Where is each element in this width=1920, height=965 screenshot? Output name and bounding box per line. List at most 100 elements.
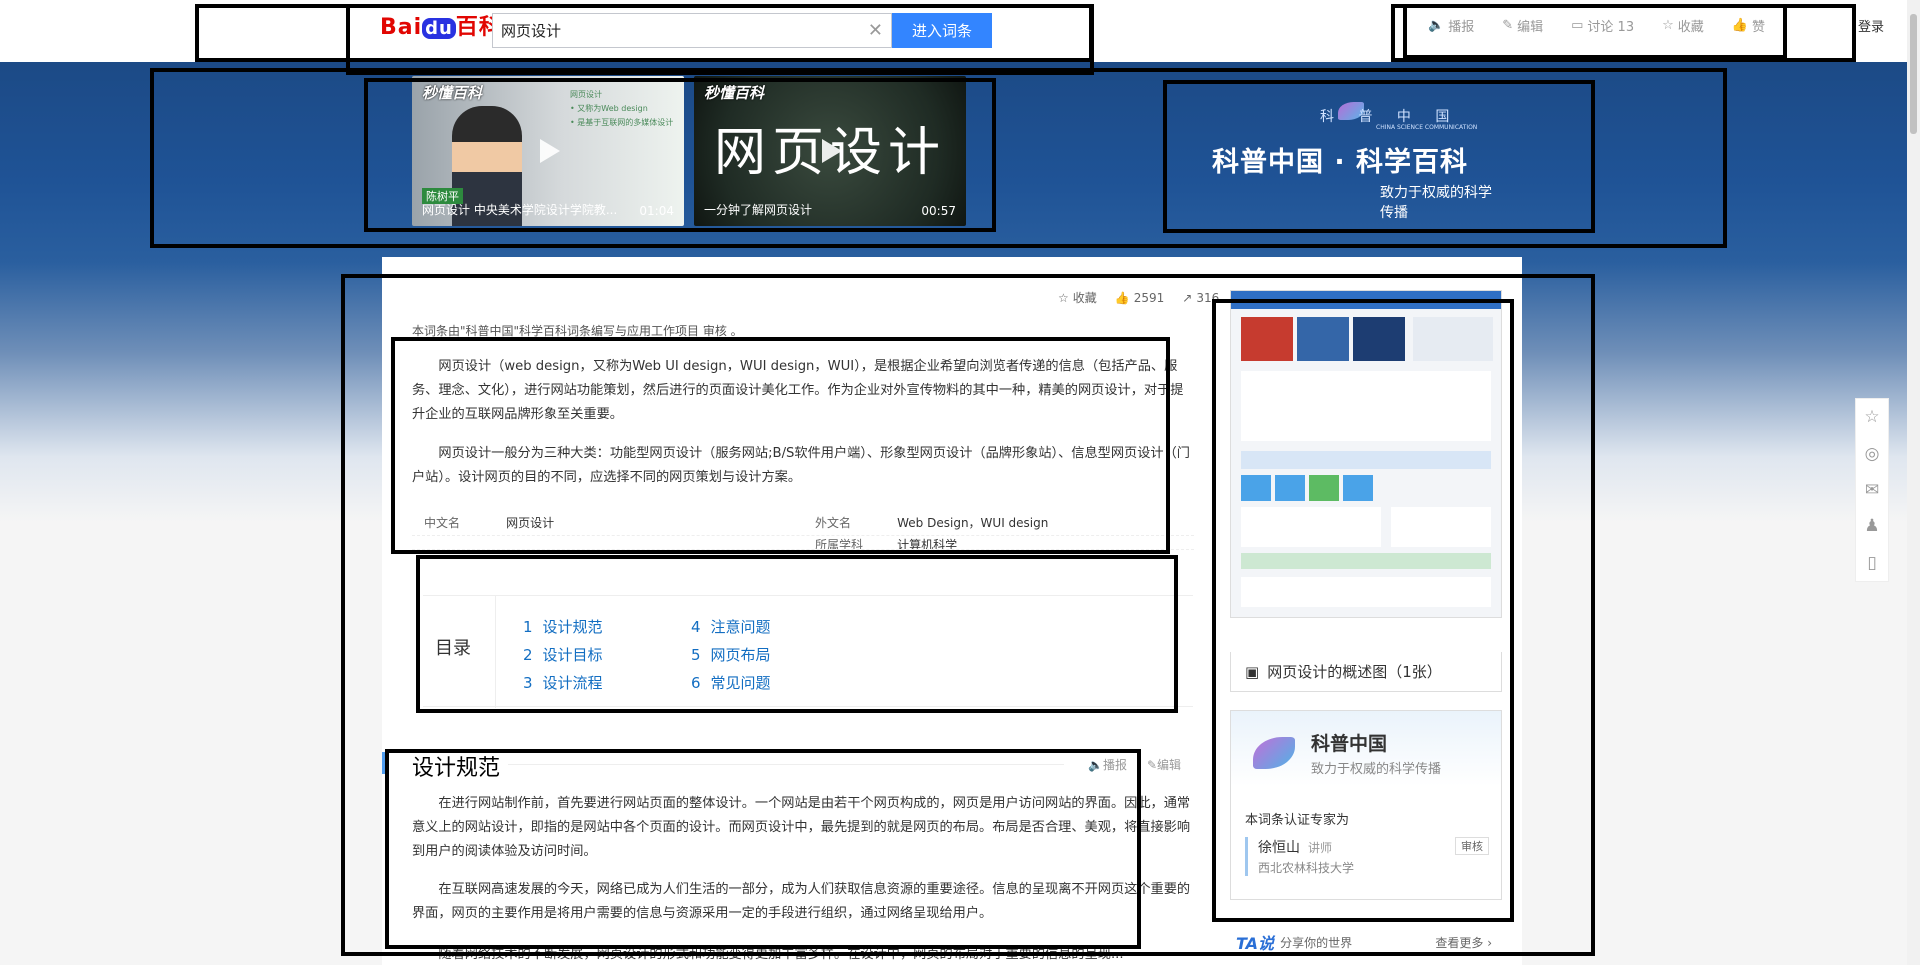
share-toolbar: ☆ ◎ ✉ ♟ ▯ — [1855, 398, 1889, 582]
discuss-icon: ▭ — [1571, 18, 1584, 33]
wechat-icon[interactable]: ✉ — [1865, 480, 1879, 500]
toc-item[interactable]: 4 注意问题 — [691, 616, 771, 644]
edit-action[interactable]: ✎编辑 — [1147, 756, 1181, 773]
expert-name: 徐恒山 — [1258, 840, 1300, 856]
overview-image[interactable] — [1230, 290, 1502, 618]
toc-item[interactable]: 1 设计规范 — [523, 616, 603, 644]
thumb-up-icon: 👍 — [1114, 290, 1130, 305]
info-key: 外文名 — [815, 516, 852, 530]
review-badge: 审核 — [1455, 837, 1489, 855]
video-duration: 00:57 — [921, 204, 956, 218]
speaker-icon: 🔈 — [1088, 758, 1103, 772]
toc-column-left: 1 设计规范 2 设计目标 3 设计流程 — [523, 616, 603, 700]
audit-notice: 本词条由"科普中国"科学百科词条编写与应用工作项目 审核 。 — [412, 324, 743, 338]
star-icon: ☆ — [1662, 18, 1674, 33]
kepu-card: 科普中国 致力于权威的科学传播 本词条认证专家为 徐恒山 讲师 西北农林科技大学 … — [1230, 710, 1502, 900]
search-box: ✕ — [492, 13, 892, 48]
login-link[interactable]: 登录 — [1858, 16, 1884, 35]
info-key: 所属学科 — [815, 538, 864, 550]
baike-logo[interactable]: Bai du 百科 — [380, 9, 502, 41]
speaker-icon: 🔈 — [1428, 18, 1445, 33]
action-label: 316 — [1196, 290, 1220, 305]
toc-label: 注意问题 — [710, 618, 771, 636]
info-value: Web Design，WUI design — [897, 516, 1049, 530]
video-slide: 网页设计 • 又称为Web design • 是基于互联网的多媒体设计 — [570, 88, 680, 130]
toc-num: 4 — [691, 618, 701, 636]
scrollbar[interactable] — [1907, 0, 1920, 965]
logo-du: du — [422, 18, 456, 39]
section-paragraph-2: 在互联网高速发展的今天，网络已成为人们生活的一部分，成为人们获取信息资源的重要途… — [412, 882, 1191, 921]
video-caption: 网页设计 中央美术学院设计学院教... — [422, 203, 618, 217]
section-marker — [382, 752, 388, 774]
table-of-contents: 目录 1 设计规范 2 设计目标 3 设计流程 4 注意问题 5 网页布局 6 常见问题 — [423, 595, 1193, 708]
weibo-icon[interactable]: ◎ — [1865, 444, 1880, 464]
ta-section-header: TA说 分享你的世界 查看更多 › — [1230, 930, 1502, 954]
slide-line-2: • 是基于互联网的多媒体设计 — [570, 118, 674, 127]
qq-icon[interactable]: ♟ — [1864, 516, 1879, 536]
favorite-icon[interactable]: ☆ — [1864, 407, 1879, 427]
star-action[interactable]: ☆ 收藏 — [1058, 289, 1097, 306]
speaker-action[interactable]: 🔈播报 — [1428, 16, 1474, 35]
section-rule — [508, 764, 1064, 765]
edit-icon: ✎ — [1502, 18, 1514, 33]
toc-label: 设计规范 — [542, 618, 603, 636]
kepu-en: CHINA SCIENCE COMMUNICATION — [1376, 124, 1478, 131]
slide-line-1: • 又称为Web design — [570, 104, 648, 113]
image-caption[interactable]: ▣ 网页设计的概述图（1张） — [1230, 652, 1502, 692]
video-card-1[interactable]: 网页设计 • 又称为Web design • 是基于互联网的多媒体设计 秒懂百科… — [412, 76, 684, 226]
kepu-logo-icon — [1253, 737, 1295, 769]
thumb-up-action[interactable]: 👍 2591 — [1115, 289, 1165, 306]
cert-label: 本词条认证专家为 — [1245, 813, 1350, 828]
like-bar: ☆ 收藏 👍 2591 ↗ 316 — [1058, 289, 1219, 306]
toc-item[interactable]: 6 常见问题 — [691, 672, 771, 700]
scroll-thumb[interactable] — [1910, 14, 1917, 134]
kepu-banner[interactable]: 科 普 中 国 CHINA SCIENCE COMMUNICATION 科普中国… — [1170, 96, 1500, 221]
video-brand: 秒懂百科 — [704, 84, 765, 102]
toc-label: 设计目标 — [542, 646, 603, 664]
toc-num: 6 — [691, 674, 701, 692]
toc-num: 2 — [523, 646, 533, 664]
action-label: 编辑 — [1157, 758, 1182, 772]
toc-label: 目录 — [435, 638, 471, 659]
edit-icon: ✎ — [1146, 758, 1158, 772]
toc-divider — [495, 596, 496, 708]
toc-item[interactable]: 3 设计流程 — [523, 672, 603, 700]
search-input[interactable] — [493, 14, 853, 47]
play-icon[interactable] — [540, 139, 560, 163]
toc-label: 常见问题 — [710, 674, 771, 692]
action-label: 收藏 — [1677, 20, 1704, 35]
basic-info-table: 中文名 网页设计 外文名 Web Design，WUI design 所属学科 … — [412, 510, 1194, 550]
info-link[interactable]: 计算机科学 — [897, 536, 1194, 549]
mobile-icon[interactable]: ▯ — [1867, 553, 1876, 573]
toc-item[interactable]: 2 设计目标 — [523, 644, 603, 672]
toc-column-right: 4 注意问题 5 网页布局 6 常见问题 — [691, 616, 771, 700]
enter-entry-button[interactable]: 进入词条 — [892, 13, 992, 48]
section-actions: 🔈播报 ✎编辑 — [1088, 756, 1181, 773]
expert-info[interactable]: 徐恒山 讲师 西北农林科技大学 审核 — [1245, 837, 1489, 876]
expert-org: 西北农林科技大学 — [1258, 861, 1355, 875]
toc-label: 网页布局 — [710, 646, 771, 664]
speaker-action[interactable]: 🔈播报 — [1088, 756, 1127, 773]
action-label: 赞 — [1751, 20, 1765, 35]
toc-num: 5 — [691, 646, 701, 664]
action-label: 播报 — [1102, 758, 1127, 772]
discuss-action[interactable]: ▭ 讨论 13 — [1571, 16, 1634, 35]
edit-action[interactable]: ✎编辑 — [1502, 16, 1543, 35]
section-paragraph-1: 在进行网站制作前，首先要进行网站页面的整体设计。一个网站是由若干个网页构成的，网… — [412, 796, 1191, 859]
share-action[interactable]: ↗ 316 — [1182, 289, 1219, 306]
summary-paragraph-1: 网页设计（web design，又称为Web UI design，WUI des… — [412, 359, 1184, 422]
play-icon[interactable] — [822, 139, 842, 163]
video-card-2[interactable]: 秒懂百科 网页设计 一分钟了解网页设计 00:57 — [694, 76, 966, 226]
action-label: 编辑 — [1517, 20, 1544, 35]
kepu-name[interactable]: 科普中国 — [1311, 729, 1387, 756]
star-action[interactable]: ☆ 收藏 — [1662, 16, 1704, 35]
toc-item[interactable]: 5 网页布局 — [691, 644, 771, 672]
star-icon: ☆ — [1058, 290, 1069, 305]
action-label: 讨论 13 — [1587, 20, 1635, 35]
view-more-link[interactable]: 查看更多 › — [1435, 934, 1492, 951]
gallery-icon: ▣ — [1245, 662, 1260, 681]
toc-num: 3 — [523, 674, 533, 692]
clear-icon[interactable]: ✕ — [868, 20, 883, 41]
thumb-up-action[interactable]: 👍 赞 — [1732, 16, 1765, 35]
slide-title: 网页设计 — [570, 90, 602, 99]
